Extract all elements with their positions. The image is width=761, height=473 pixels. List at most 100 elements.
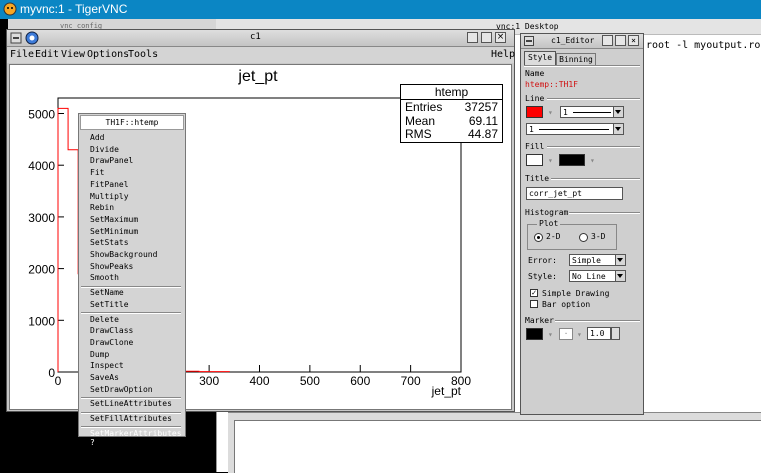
fill-pattern-dropdown-arrow[interactable]: ▾ xyxy=(590,156,595,165)
context-menu-item[interactable]: SetLineAttributes xyxy=(90,399,172,408)
context-menu-item[interactable]: Smooth xyxy=(90,273,119,282)
section-divider xyxy=(569,212,640,214)
bar-option-checkbox[interactable] xyxy=(530,300,538,308)
context-menu-item[interactable]: Multiply xyxy=(90,192,129,201)
context-menu-item[interactable]: Inspect xyxy=(90,361,124,370)
menu-tools[interactable]: Tools xyxy=(128,49,158,60)
canvas-title-bar[interactable]: c1 × xyxy=(7,30,514,47)
close-button[interactable]: × xyxy=(495,32,506,43)
line-width-select[interactable]: 1 xyxy=(560,106,624,118)
menu-view[interactable]: View xyxy=(61,49,85,60)
tab-divider xyxy=(524,65,640,67)
context-menu-item[interactable]: Add xyxy=(90,133,104,142)
section-divider xyxy=(555,320,640,322)
context-menu-header: TH1F::htemp xyxy=(80,115,184,130)
name-label: Name xyxy=(525,69,545,78)
error-select[interactable]: Simple xyxy=(569,254,626,266)
context-menu-item[interactable]: DrawPanel xyxy=(90,156,133,165)
context-menu-item[interactable]: Rebin xyxy=(90,203,114,212)
close-button[interactable]: × xyxy=(628,35,639,46)
context-menu-item[interactable]: DrawClass xyxy=(90,326,133,335)
menu-edit[interactable]: Edit xyxy=(35,49,59,60)
line-color-swatch[interactable] xyxy=(526,106,543,118)
context-menu-item[interactable]: SaveAs xyxy=(90,373,119,382)
context-menu-item[interactable]: ShowBackground xyxy=(90,250,157,259)
context-menu-item[interactable]: Delete xyxy=(90,315,119,324)
stats-title: htemp xyxy=(401,85,502,100)
context-menu-item[interactable]: SetMinimum xyxy=(90,227,138,236)
menu-file[interactable]: File xyxy=(10,49,34,60)
fill-section-label: Fill xyxy=(525,142,545,151)
context-menu-item[interactable]: SetTitle xyxy=(90,300,129,309)
fill-color-dropdown-arrow[interactable]: ▾ xyxy=(548,156,553,165)
marker-color-dropdown-arrow[interactable]: ▾ xyxy=(548,330,553,339)
plot-2d-radio[interactable] xyxy=(534,233,543,242)
minimize-button[interactable] xyxy=(602,35,613,46)
error-label: Error: xyxy=(528,256,557,265)
section-divider xyxy=(551,178,640,180)
tab-style[interactable]: Style xyxy=(524,51,556,65)
stats-row-entries: Entries 37257 xyxy=(405,100,498,114)
stats-value: 44.87 xyxy=(467,127,498,141)
context-menu-item[interactable]: SetMarkerAttributes ? xyxy=(90,429,185,447)
simple-drawing-label: Simple Drawing xyxy=(542,289,610,298)
context-menu-item[interactable]: Divide xyxy=(90,145,119,154)
minimize-button[interactable] xyxy=(467,32,478,43)
terminal-command: root -l myoutput.root xyxy=(646,40,761,51)
stats-value: 37257 xyxy=(464,100,498,114)
context-menu-item[interactable]: SetMaximum xyxy=(90,215,138,224)
vnc-window-title: myvnc:1 - TigerVNC xyxy=(20,2,128,16)
section-divider xyxy=(547,98,640,100)
canvas-menu-bar: File Edit View Options Tools Help xyxy=(7,47,515,63)
window-menu-icon[interactable] xyxy=(524,36,534,46)
marker-size-input[interactable]: 1.0 xyxy=(587,327,611,340)
context-menu-item[interactable]: DrawClone xyxy=(90,338,133,347)
context-menu[interactable]: TH1F::htemp AddDivideDrawPanelFitFitPane… xyxy=(78,113,186,447)
editor-title-bar[interactable]: c1_Editor × xyxy=(521,34,643,49)
root-app-icon xyxy=(25,31,39,45)
maximize-button[interactable] xyxy=(615,35,626,46)
histogram-section-label: Histogram xyxy=(525,208,569,217)
line-color-dropdown-arrow[interactable]: ▾ xyxy=(548,108,553,117)
line-style-select[interactable]: 1 xyxy=(526,123,624,135)
stats-box[interactable]: htemp Entries 37257 Mean 69.11 RMS 44.87 xyxy=(400,84,503,143)
context-menu-item[interactable]: SetDrawOption xyxy=(90,385,153,394)
menu-options[interactable]: Options xyxy=(87,49,129,60)
context-menu-item[interactable]: Fit xyxy=(90,168,104,177)
stats-label: RMS xyxy=(405,127,432,141)
name-value: htemp::TH1F xyxy=(525,80,578,89)
context-menu-item[interactable]: SetStats xyxy=(90,238,129,247)
context-menu-item[interactable]: SetName xyxy=(90,288,124,297)
stats-value: 69.11 xyxy=(468,114,498,128)
editor-title: c1_Editor xyxy=(551,36,595,45)
menu-help[interactable]: Help xyxy=(491,49,515,60)
editor-panel[interactable]: c1_Editor × Style Binning Name htemp::TH… xyxy=(520,33,644,415)
fill-color-swatch[interactable] xyxy=(526,154,543,166)
marker-style-dropdown-arrow[interactable]: ▾ xyxy=(577,330,582,339)
canvas-window-title: c1 xyxy=(250,32,261,42)
tab-binning[interactable]: Binning xyxy=(556,53,596,65)
marker-size-spinner[interactable] xyxy=(611,327,620,340)
context-menu-item[interactable]: ShowPeaks xyxy=(90,262,133,271)
line-section-label: Line xyxy=(525,94,545,103)
marker-style-button[interactable]: · xyxy=(559,328,573,340)
tigervnc-icon xyxy=(3,2,17,16)
simple-drawing-checkbox[interactable]: ✓ xyxy=(530,289,538,297)
context-menu-item[interactable]: SetFillAttributes xyxy=(90,414,172,423)
context-menu-item[interactable]: FitPanel xyxy=(90,180,129,189)
marker-color-swatch[interactable] xyxy=(526,328,543,340)
plot-3d-radio[interactable] xyxy=(579,233,588,242)
marker-section-label: Marker xyxy=(525,316,554,325)
window-menu-icon[interactable] xyxy=(10,32,22,44)
fill-pattern-swatch[interactable] xyxy=(559,154,585,166)
plot-group-label: Plot xyxy=(537,219,561,228)
maximize-button[interactable] xyxy=(481,32,492,43)
title-input[interactable]: corr_jet_pt xyxy=(526,187,623,200)
style-label: Style: xyxy=(528,272,557,281)
draw-style-select[interactable]: No Line xyxy=(569,270,626,282)
stats-label: Mean xyxy=(405,114,436,128)
bar-option-label: Bar option xyxy=(542,300,591,309)
context-menu-item[interactable]: Dump xyxy=(90,350,109,359)
section-divider xyxy=(547,146,640,148)
terminal-lower-area[interactable] xyxy=(234,420,761,473)
